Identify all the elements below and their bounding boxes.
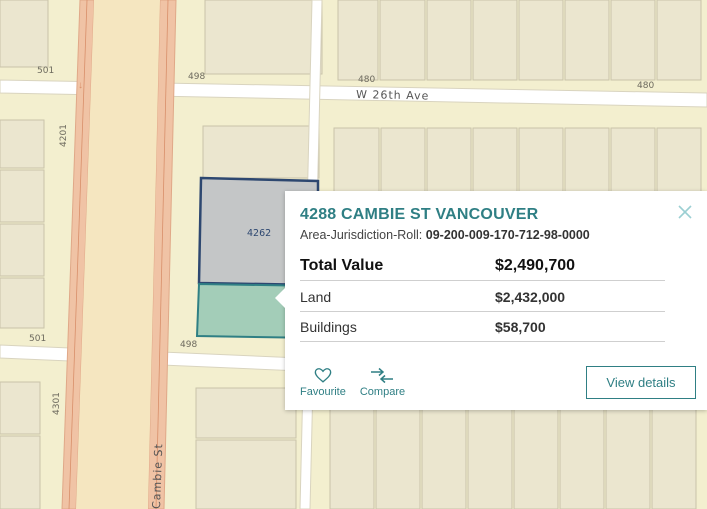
property-popup: 4288 CAMBIE ST VANCOUVER Area-Jurisdicti…: [275, 191, 707, 410]
block-label-4201: 4201: [59, 124, 69, 147]
value-row-label: Total Value: [300, 256, 384, 274]
street-label-cambie: Cambie St: [150, 443, 165, 509]
value-row-total: Total Value $2,490,700: [300, 251, 665, 281]
block-label-501-top: 501: [37, 66, 54, 76]
value-row-label: Land: [300, 288, 332, 305]
value-row-label: Buildings: [300, 318, 357, 335]
value-row-amount: $2,490,700: [495, 256, 576, 274]
value-row-amount: $58,700: [495, 318, 546, 335]
block-label-480-a: 480: [358, 75, 375, 85]
value-row-land: Land $2,432,000: [300, 282, 665, 312]
block-label-498-mid: 498: [180, 340, 197, 350]
block-label-480-b: 480: [637, 81, 654, 91]
popup-pointer: [275, 287, 286, 309]
compare-label: Compare: [359, 386, 406, 398]
popup-actions: Favourite Compare: [300, 367, 405, 398]
favourite-button[interactable]: Favourite: [300, 367, 346, 398]
block-label-498-top: 498: [188, 72, 205, 82]
favourite-label: Favourite: [300, 386, 346, 398]
compare-icon: [371, 367, 394, 384]
heart-icon: [314, 368, 332, 383]
view-details-button[interactable]: View details: [586, 366, 696, 399]
roll-value: 09-200-009-170-712-98-0000: [425, 228, 590, 242]
close-icon[interactable]: [677, 204, 693, 220]
parcel-label-4262: 4262: [247, 228, 271, 239]
roll-label: Area-Jurisdiction-Roll:: [300, 228, 423, 242]
street-label-w26th: W 26th Ave: [356, 88, 430, 103]
compare-button[interactable]: Compare: [360, 367, 405, 398]
roll-number: Area-Jurisdiction-Roll: 09-200-009-170-7…: [300, 228, 590, 242]
value-row-buildings: Buildings $58,700: [300, 312, 665, 342]
block-label-501-mid: 501: [29, 334, 46, 344]
property-address-title: 4288 CAMBIE ST VANCOUVER: [300, 206, 539, 223]
block-label-4301: 4301: [52, 392, 62, 415]
direction-arrow-icon: ↓: [78, 80, 83, 91]
value-row-amount: $2,432,000: [495, 288, 566, 305]
